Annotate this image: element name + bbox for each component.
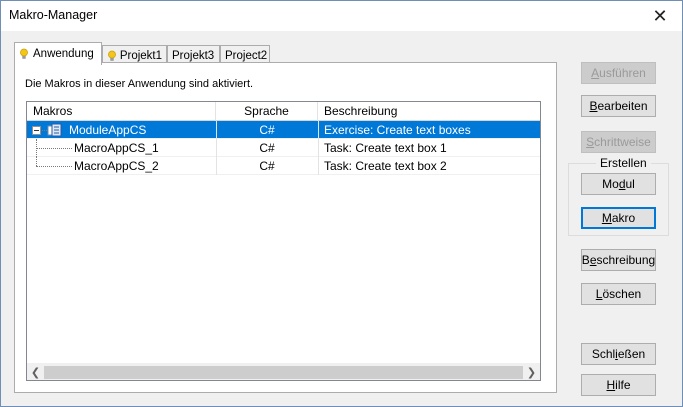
list-item-moduleappcs[interactable]: ModuleAppCS C# Exercise: Create text box… xyxy=(27,121,540,139)
module-icon xyxy=(47,123,63,137)
column-header-sprache[interactable]: Sprache xyxy=(216,102,318,121)
column-header-beschreibung[interactable]: Beschreibung xyxy=(318,102,540,121)
close-window-button[interactable]: ✕ xyxy=(638,1,682,31)
tab-label: Anwendung xyxy=(33,48,94,60)
help-button[interactable]: Hilfe xyxy=(581,374,656,396)
button-text: ul xyxy=(625,177,635,191)
close-icon: ✕ xyxy=(652,5,668,26)
list-item-macroappcs-2[interactable]: MacroAppCS_2 C# Task: Create text box 2 xyxy=(27,157,540,175)
list-header: Makros Sprache Beschreibung xyxy=(27,102,540,121)
tab-anwendung[interactable]: Anwendung xyxy=(14,42,102,65)
tree-connector xyxy=(36,148,72,149)
button-accelerator: d xyxy=(618,177,626,191)
tree-connector xyxy=(36,157,37,166)
macro-name: MacroAppCS_2 xyxy=(74,159,159,173)
button-accelerator: A xyxy=(591,66,600,80)
scroll-left-icon[interactable]: ❮ xyxy=(27,364,44,381)
column-divider xyxy=(216,121,217,175)
description-button[interactable]: Be schreibung xyxy=(581,249,656,271)
macro-list[interactable]: Makros Sprache Beschreibung ModuleAppCS … xyxy=(26,101,541,381)
button-accelerator: M xyxy=(601,211,612,225)
macro-description: Exercise: Create text boxes xyxy=(324,123,471,137)
horizontal-scrollbar[interactable]: ❮ ❯ xyxy=(27,363,540,380)
macro-description: Task: Create text box 2 xyxy=(324,159,447,173)
macro-name: MacroAppCS_1 xyxy=(74,141,159,155)
module-button[interactable]: Mo d ul xyxy=(581,173,656,195)
macros-enabled-info: Die Makros in dieser Anwendung sind akti… xyxy=(25,78,254,90)
macro-language: C# xyxy=(259,159,275,173)
window-title: Makro-Manager xyxy=(9,8,98,22)
button-accelerator: S xyxy=(586,135,595,149)
button-accelerator: e xyxy=(589,253,597,267)
scrollbar-thumb[interactable] xyxy=(44,366,523,379)
lightbulb-icon xyxy=(19,48,29,60)
create-group-label: Erstellen xyxy=(596,156,651,170)
button-text: B xyxy=(581,253,590,267)
tree-connector xyxy=(36,166,72,167)
macro-language: C# xyxy=(259,123,275,137)
run-button[interactable]: Ausführen xyxy=(581,62,656,84)
button-text: usführen xyxy=(599,66,646,80)
macro-button[interactable]: Makro xyxy=(581,207,656,229)
collapse-toggle-icon[interactable] xyxy=(32,126,41,135)
column-divider xyxy=(318,121,319,175)
column-header-makros[interactable]: Makros xyxy=(27,102,216,121)
button-text: akro xyxy=(611,211,636,225)
lightbulb-icon xyxy=(107,50,116,62)
button-text: earbeiten xyxy=(597,99,648,113)
delete-button[interactable]: Löschen xyxy=(581,283,656,305)
button-text: Mo xyxy=(602,177,619,191)
list-item-macroappcs-1[interactable]: MacroAppCS_1 C# Task: Create text box 1 xyxy=(27,139,540,157)
button-text: chrittweise xyxy=(594,135,651,149)
button-text: schreibung xyxy=(596,253,656,267)
close-button[interactable]: Schl i eßen xyxy=(581,343,656,365)
tab-label: Project2 xyxy=(225,49,268,62)
button-text: Schl xyxy=(591,347,616,361)
edit-button[interactable]: Bearbeiten xyxy=(581,95,656,117)
macro-description: Task: Create text box 1 xyxy=(324,141,447,155)
button-text: ilfe xyxy=(615,378,631,392)
tab-label: Projekt3 xyxy=(172,49,215,62)
tab-label: Projekt1 xyxy=(119,49,162,62)
macro-name: ModuleAppCS xyxy=(69,123,147,137)
macro-language: C# xyxy=(259,141,275,155)
button-accelerator: L xyxy=(595,287,603,301)
scroll-right-icon[interactable]: ❯ xyxy=(523,364,540,381)
makro-manager-dialog: Makro-Manager ✕ Anwendung Projekt1 Proje… xyxy=(0,0,683,407)
step-button[interactable]: Schrittweise xyxy=(581,131,656,153)
button-accelerator: H xyxy=(606,378,616,392)
button-text: öschen xyxy=(602,287,642,301)
button-text: eßen xyxy=(617,347,646,361)
title-bar: Makro-Manager ✕ xyxy=(1,1,682,31)
button-accelerator: B xyxy=(589,99,598,113)
